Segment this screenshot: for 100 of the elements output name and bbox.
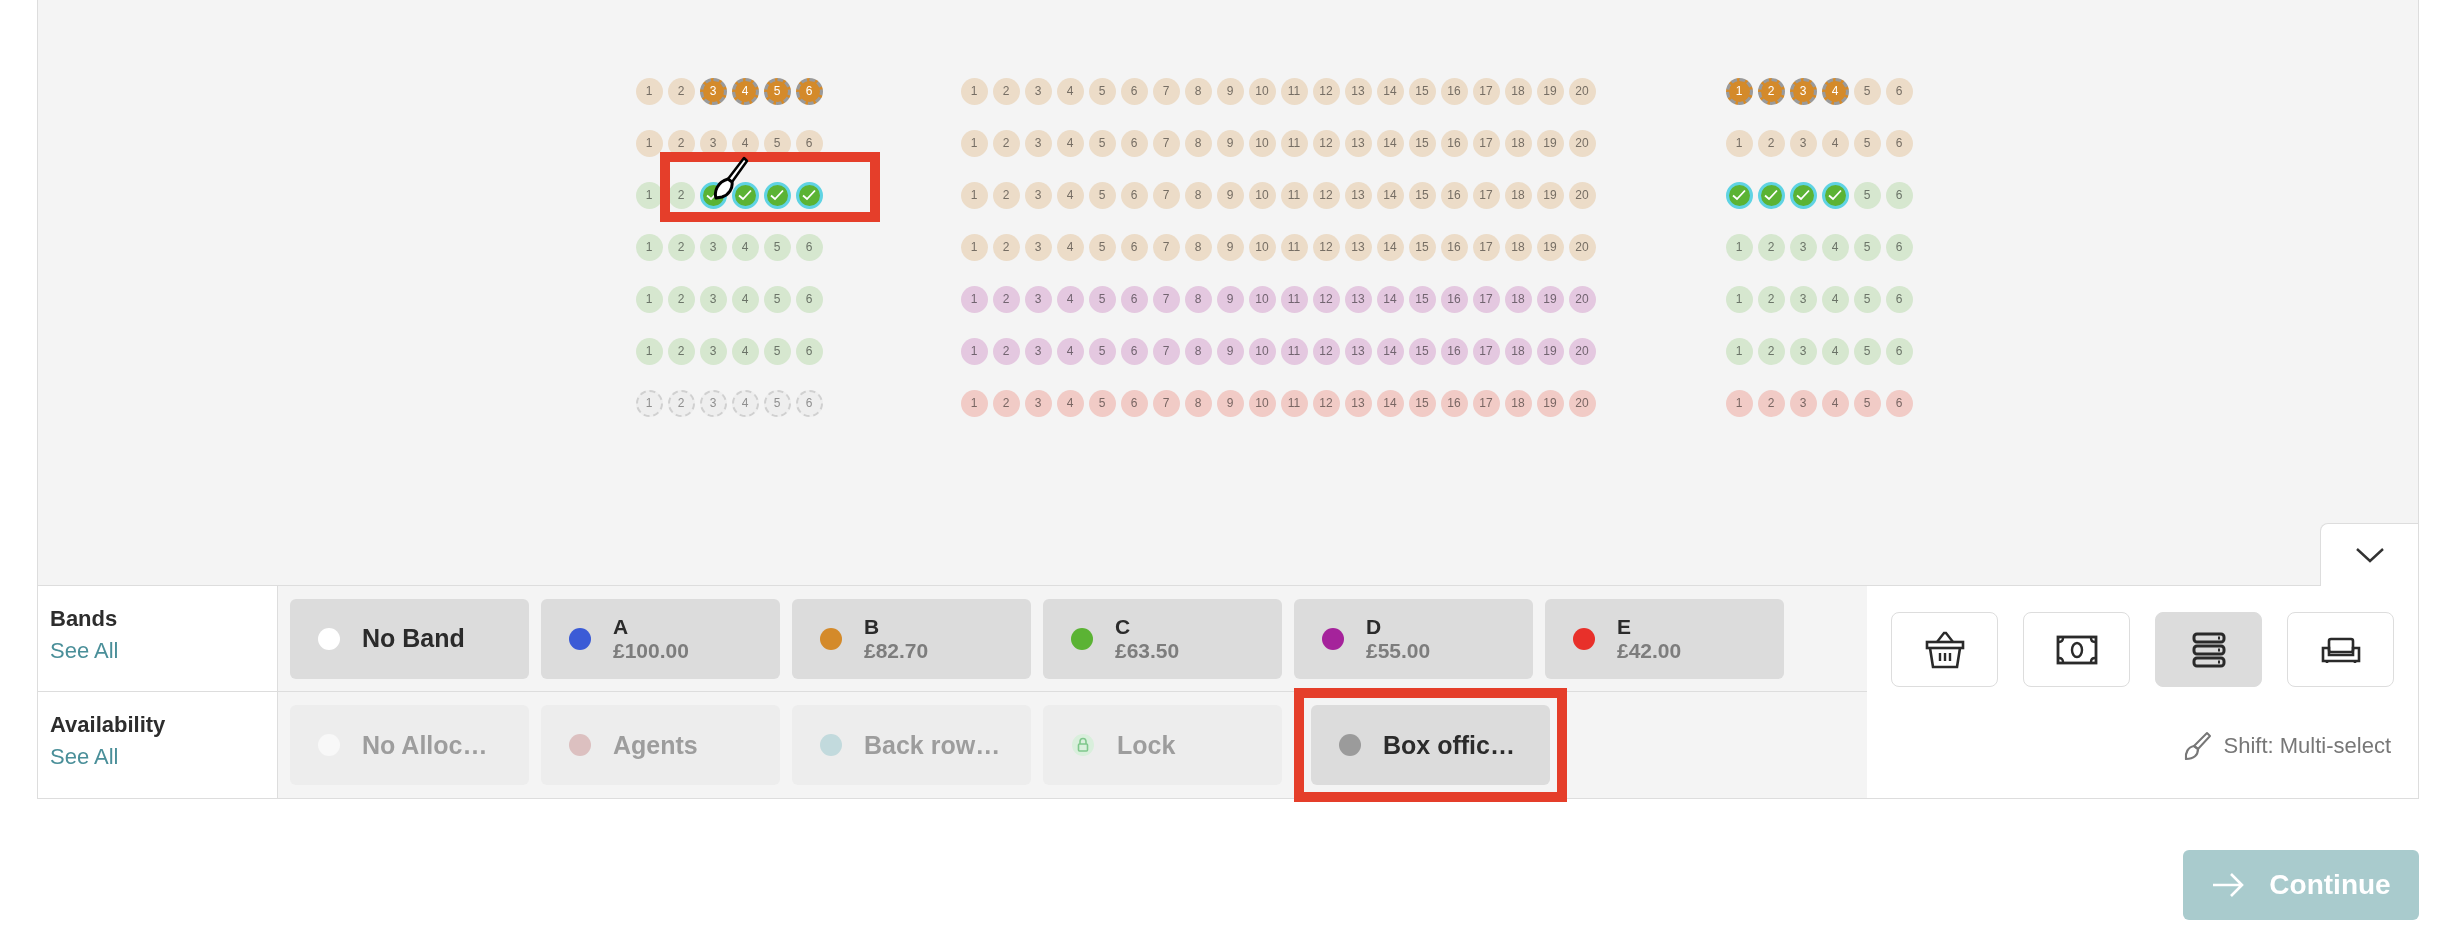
- seat[interactable]: 3: [699, 337, 727, 365]
- seat[interactable]: 7: [1152, 233, 1180, 261]
- seat[interactable]: 7: [1152, 285, 1180, 313]
- seat[interactable]: 9: [1216, 129, 1244, 157]
- seat[interactable]: 15: [1408, 129, 1436, 157]
- seat[interactable]: 18: [1504, 285, 1532, 313]
- seat[interactable]: 2: [667, 337, 695, 365]
- seat[interactable]: 3: [1024, 77, 1052, 105]
- seat[interactable]: 6: [1885, 181, 1913, 209]
- seat[interactable]: 16: [1440, 233, 1468, 261]
- seat[interactable]: 4: [1821, 233, 1849, 261]
- seat[interactable]: 2: [1757, 77, 1785, 105]
- seat[interactable]: 3: [1789, 129, 1817, 157]
- seat[interactable]: 12: [1312, 181, 1340, 209]
- seat[interactable]: 11: [1280, 181, 1308, 209]
- seat[interactable]: 5: [1088, 129, 1116, 157]
- seat[interactable]: 3: [1024, 337, 1052, 365]
- seat[interactable]: 10: [1248, 77, 1276, 105]
- seat[interactable]: 4: [1821, 129, 1849, 157]
- seat[interactable]: 19: [1536, 233, 1564, 261]
- seat[interactable]: 10: [1248, 337, 1276, 365]
- seat[interactable]: 13: [1344, 337, 1372, 365]
- seat[interactable]: 5: [1088, 389, 1116, 417]
- seat[interactable]: 20: [1568, 285, 1596, 313]
- seat[interactable]: 2: [1757, 285, 1785, 313]
- seat[interactable]: 5: [1088, 181, 1116, 209]
- seat[interactable]: 1: [960, 233, 988, 261]
- seat[interactable]: 10: [1248, 389, 1276, 417]
- seat[interactable]: 5: [1088, 77, 1116, 105]
- seat[interactable]: 2: [667, 285, 695, 313]
- seat[interactable]: 5: [763, 285, 791, 313]
- seat[interactable]: 3: [699, 285, 727, 313]
- seat[interactable]: 9: [1216, 285, 1244, 313]
- band-chip[interactable]: D £55.00: [1294, 598, 1533, 679]
- seat[interactable]: 2: [667, 389, 695, 417]
- seat[interactable]: 3: [1024, 285, 1052, 313]
- seat[interactable]: 18: [1504, 77, 1532, 105]
- seat[interactable]: 15: [1408, 389, 1436, 417]
- seat[interactable]: 4: [1821, 77, 1849, 105]
- seat[interactable]: 3: [699, 389, 727, 417]
- seat[interactable]: 5: [1853, 77, 1881, 105]
- seat[interactable]: 1: [635, 233, 663, 261]
- seat[interactable]: 14: [1376, 389, 1404, 417]
- availability-chip[interactable]: Back row…: [792, 705, 1031, 785]
- seat[interactable]: 19: [1536, 285, 1564, 313]
- seat[interactable]: 3: [1024, 389, 1052, 417]
- seat[interactable]: 1: [960, 337, 988, 365]
- seat[interactable]: 11: [1280, 77, 1308, 105]
- seat[interactable]: 20: [1568, 389, 1596, 417]
- seat[interactable]: 2: [1757, 337, 1785, 365]
- seat[interactable]: 4: [731, 285, 759, 313]
- seat[interactable]: 8: [1184, 285, 1212, 313]
- seat[interactable]: 5: [1853, 181, 1881, 209]
- seat[interactable]: 15: [1408, 77, 1436, 105]
- seat[interactable]: 8: [1184, 181, 1212, 209]
- seat[interactable]: 16: [1440, 77, 1468, 105]
- availability-chip[interactable]: Agents: [541, 705, 780, 785]
- seat[interactable]: 5: [1088, 285, 1116, 313]
- seat[interactable]: 7: [1152, 77, 1180, 105]
- seat[interactable]: 6: [1120, 337, 1148, 365]
- seat[interactable]: 4: [731, 233, 759, 261]
- seat[interactable]: 14: [1376, 181, 1404, 209]
- seat[interactable]: 6: [1885, 233, 1913, 261]
- seat[interactable]: 8: [1184, 77, 1212, 105]
- seat[interactable]: 1: [635, 181, 663, 209]
- seat[interactable]: 4: [1056, 337, 1084, 365]
- seat[interactable]: 17: [1472, 389, 1500, 417]
- seat[interactable]: 1: [1725, 337, 1753, 365]
- seat[interactable]: 1: [960, 77, 988, 105]
- seat[interactable]: 3: [1789, 77, 1817, 105]
- collapse-tab[interactable]: [2320, 523, 2419, 586]
- seat[interactable]: 2: [992, 233, 1020, 261]
- seat[interactable]: 2: [992, 337, 1020, 365]
- seat[interactable]: 13: [1344, 389, 1372, 417]
- band-chip[interactable]: C £63.50: [1043, 598, 1282, 679]
- seat[interactable]: 11: [1280, 285, 1308, 313]
- seat[interactable]: 5: [763, 337, 791, 365]
- seat[interactable]: 19: [1536, 337, 1564, 365]
- seat[interactable]: 15: [1408, 181, 1436, 209]
- seat[interactable]: 3: [1789, 337, 1817, 365]
- seat[interactable]: 13: [1344, 77, 1372, 105]
- seat[interactable]: 6: [1120, 389, 1148, 417]
- seat[interactable]: 6: [1885, 129, 1913, 157]
- seat[interactable]: 15: [1408, 233, 1436, 261]
- seat[interactable]: 6: [1885, 285, 1913, 313]
- seat[interactable]: 9: [1216, 181, 1244, 209]
- seat[interactable]: 6: [795, 285, 823, 313]
- seat[interactable]: 19: [1536, 77, 1564, 105]
- seat[interactable]: 7: [1152, 337, 1180, 365]
- seat[interactable]: 1: [635, 389, 663, 417]
- seat[interactable]: 15: [1408, 285, 1436, 313]
- seat[interactable]: 19: [1536, 181, 1564, 209]
- view-toggle-button[interactable]: [2287, 612, 2394, 687]
- seat[interactable]: 18: [1504, 389, 1532, 417]
- seat[interactable]: 1: [960, 285, 988, 313]
- seat[interactable]: 14: [1376, 337, 1404, 365]
- seat[interactable]: 13: [1344, 129, 1372, 157]
- seat[interactable]: 5: [763, 77, 791, 105]
- seat[interactable]: 1: [1725, 129, 1753, 157]
- view-toggle-button[interactable]: [2023, 612, 2130, 687]
